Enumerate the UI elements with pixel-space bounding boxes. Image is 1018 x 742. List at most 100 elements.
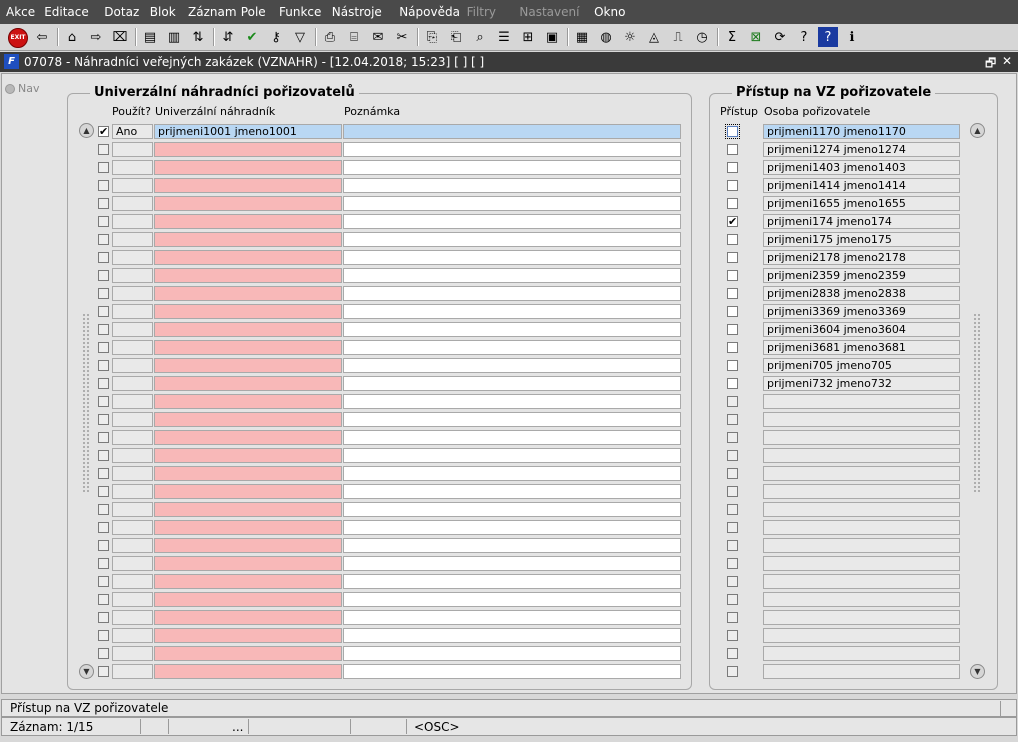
pouzit-checkbox[interactable] xyxy=(98,270,109,281)
poznamka-field[interactable] xyxy=(343,214,681,229)
pristup-checkbox[interactable] xyxy=(727,630,738,641)
nahradnik-field[interactable] xyxy=(154,448,342,463)
pouzit-checkbox[interactable]: ✔ xyxy=(98,126,109,137)
pouzit-field[interactable] xyxy=(112,376,153,391)
pouzit-field[interactable] xyxy=(112,142,153,157)
filter-icon[interactable]: ▽ xyxy=(290,27,310,47)
osoba-field[interactable] xyxy=(763,574,960,589)
pristup-checkbox[interactable] xyxy=(727,558,738,569)
menu-zaznam[interactable]: Záznam xyxy=(188,5,237,19)
paste-icon[interactable]: ⎗ xyxy=(446,27,466,47)
pouzit-checkbox[interactable] xyxy=(98,522,109,533)
osoba-field[interactable] xyxy=(763,502,960,517)
pouzit-checkbox[interactable] xyxy=(98,342,109,353)
pouzit-field[interactable] xyxy=(112,556,153,571)
pouzit-checkbox[interactable] xyxy=(98,306,109,317)
pouzit-checkbox[interactable] xyxy=(98,648,109,659)
pouzit-checkbox[interactable] xyxy=(98,144,109,155)
list-icon[interactable]: ☰ xyxy=(494,27,514,47)
poznamka-field[interactable] xyxy=(343,574,681,589)
poznamka-field[interactable] xyxy=(343,286,681,301)
pouzit-checkbox[interactable] xyxy=(98,162,109,173)
osoba-field[interactable]: prijmeni3604 jmeno3604 xyxy=(763,322,960,337)
scroll-down-icon[interactable]: ▼ xyxy=(970,664,985,679)
nahradnik-field[interactable] xyxy=(154,592,342,607)
osoba-field[interactable]: prijmeni174 jmeno174 xyxy=(763,214,960,229)
osoba-field[interactable] xyxy=(763,628,960,643)
sort-desc-icon[interactable]: ⇵ xyxy=(218,27,238,47)
pouzit-field[interactable] xyxy=(112,520,153,535)
menu-nastaveni[interactable]: Nastavení xyxy=(519,5,579,19)
nav-radio[interactable]: Nav xyxy=(5,82,39,95)
pristup-checkbox[interactable] xyxy=(727,270,738,281)
nahradnik-field[interactable] xyxy=(154,286,342,301)
pristup-checkbox[interactable] xyxy=(727,252,738,263)
clipboard-icon[interactable]: ▣ xyxy=(542,27,562,47)
menu-dotaz[interactable]: Dotaz xyxy=(104,5,139,19)
pouzit-field[interactable] xyxy=(112,178,153,193)
pouzit-checkbox[interactable] xyxy=(98,504,109,515)
nahradnik-field[interactable] xyxy=(154,160,342,175)
pouzit-field[interactable] xyxy=(112,610,153,625)
pouzit-checkbox[interactable] xyxy=(98,234,109,245)
pouzit-field[interactable] xyxy=(112,484,153,499)
sort-asc-icon[interactable]: ⇅ xyxy=(188,27,208,47)
pristup-checkbox[interactable] xyxy=(727,306,738,317)
pouzit-checkbox[interactable] xyxy=(98,288,109,299)
nahradnik-field[interactable] xyxy=(154,214,342,229)
execute-query-icon[interactable]: ⇨ xyxy=(86,27,106,47)
refresh-icon[interactable]: ⟳ xyxy=(770,27,790,47)
pouzit-field[interactable] xyxy=(112,268,153,283)
excel-icon[interactable]: ⊠ xyxy=(746,27,766,47)
osoba-field[interactable]: prijmeni3369 jmeno3369 xyxy=(763,304,960,319)
help-icon[interactable]: ? xyxy=(818,27,838,47)
osoba-field[interactable] xyxy=(763,556,960,571)
pouzit-field[interactable] xyxy=(112,394,153,409)
insert-record-icon[interactable]: ▤ xyxy=(140,27,160,47)
sum-icon[interactable]: Σ xyxy=(722,27,742,47)
menu-napoveda[interactable]: Nápověda xyxy=(399,5,460,19)
pouzit-checkbox[interactable] xyxy=(98,396,109,407)
pouzit-field[interactable] xyxy=(112,538,153,553)
nahradnik-field[interactable] xyxy=(154,142,342,157)
nahradnik-field[interactable] xyxy=(154,520,342,535)
pristup-checkbox[interactable] xyxy=(727,432,738,443)
poznamka-field[interactable] xyxy=(343,520,681,535)
poznamka-field[interactable] xyxy=(343,340,681,355)
poznamka-field[interactable] xyxy=(343,142,681,157)
pristup-checkbox[interactable] xyxy=(727,666,738,677)
osoba-field[interactable]: prijmeni2178 jmeno2178 xyxy=(763,250,960,265)
pristup-checkbox[interactable] xyxy=(727,324,738,335)
poznamka-field[interactable] xyxy=(343,250,681,265)
nahradnik-field[interactable] xyxy=(154,574,342,589)
nahradnik-field[interactable] xyxy=(154,304,342,319)
pouzit-field[interactable] xyxy=(112,412,153,427)
pouzit-checkbox[interactable] xyxy=(98,486,109,497)
osoba-field[interactable] xyxy=(763,610,960,625)
pristup-checkbox[interactable] xyxy=(727,486,738,497)
nahradnik-field[interactable] xyxy=(154,268,342,283)
pristup-checkbox[interactable] xyxy=(727,234,738,245)
poznamka-field[interactable] xyxy=(343,502,681,517)
pouzit-field[interactable] xyxy=(112,286,153,301)
nahradnik-field[interactable] xyxy=(154,340,342,355)
pristup-checkbox[interactable]: ✔ xyxy=(727,216,738,227)
help-query-icon[interactable]: ? xyxy=(794,27,814,47)
pouzit-checkbox[interactable] xyxy=(98,468,109,479)
nahradnik-field[interactable] xyxy=(154,556,342,571)
osoba-field[interactable] xyxy=(763,538,960,553)
pouzit-checkbox[interactable] xyxy=(98,558,109,569)
print-preview-icon[interactable]: ⌸ xyxy=(344,27,364,47)
pouzit-field[interactable] xyxy=(112,574,153,589)
pouzit-field[interactable]: Ano xyxy=(112,124,153,139)
pristup-checkbox[interactable] xyxy=(727,648,738,659)
pouzit-checkbox[interactable] xyxy=(98,450,109,461)
pristup-checkbox[interactable] xyxy=(727,540,738,551)
menu-pole[interactable]: Pole xyxy=(241,5,266,19)
poznamka-field[interactable] xyxy=(343,538,681,553)
print-icon[interactable]: ⎙ xyxy=(320,27,340,47)
pouzit-field[interactable] xyxy=(112,592,153,607)
poznamka-field[interactable] xyxy=(343,196,681,211)
nahradnik-field[interactable] xyxy=(154,502,342,517)
scroll-up-icon[interactable]: ▲ xyxy=(970,123,985,138)
